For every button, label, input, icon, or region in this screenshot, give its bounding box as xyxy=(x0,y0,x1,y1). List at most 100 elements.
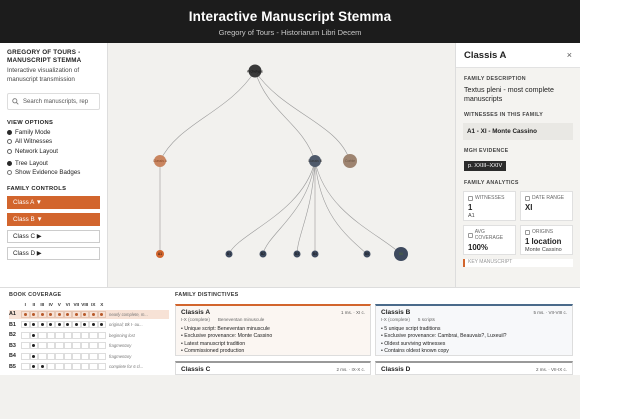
family-button-a[interactable]: Class A ▼ xyxy=(7,196,100,209)
close-icon[interactable]: × xyxy=(567,50,572,60)
family-controls-heading: FAMILY CONTROLS xyxy=(7,186,67,192)
family-description-heading: FAMILY DESCRIPTION xyxy=(464,76,526,82)
coverage-cell-empty xyxy=(80,331,89,339)
list-item: Oldest surviving witnesses xyxy=(381,341,567,348)
coverage-row[interactable]: B1 original; Bk I- ou... xyxy=(9,321,169,330)
stemma-node[interactable]: B3 xyxy=(293,250,301,258)
toggle-label: Show Evidence Badges xyxy=(15,169,81,176)
list-item: Exclusive provenance: Cambrai, Beauvais?… xyxy=(381,333,567,340)
search-input[interactable]: Search manuscripts, rep xyxy=(7,93,100,110)
node-label: Corbie xyxy=(345,159,355,163)
book-column-label: IX xyxy=(91,302,96,307)
family-card-classis-a[interactable]: Classis A 1 ms. · XI c. I-X (complete) Ben… xyxy=(175,304,371,356)
witnesses-heading: WITNESSES IN THIS FAMILY xyxy=(464,112,544,118)
coverage-cell-empty xyxy=(38,331,47,339)
node-label: Classis B xyxy=(308,159,323,163)
coverage-cell-filled xyxy=(63,321,72,329)
card-title: Classis C xyxy=(181,366,211,373)
toggle-evidence-badges[interactable]: Show Evidence Badges xyxy=(7,169,100,176)
coverage-cell-filled xyxy=(55,310,64,318)
coverage-cell-empty xyxy=(89,352,98,360)
coverage-cell-empty xyxy=(63,331,72,339)
stemma-node[interactable]: B1 xyxy=(225,250,233,258)
edge xyxy=(159,70,256,162)
analytics-grid: WITNESSES 1 A1 DATE RANGE XI AVG COVERAG… xyxy=(456,186,580,255)
coverage-cell-filled xyxy=(80,321,89,329)
book-column-label: VI xyxy=(65,302,70,307)
family-button-c[interactable]: Class C ▶ xyxy=(7,230,100,243)
stemma-node[interactable]: B5 xyxy=(363,250,371,258)
family-button-b[interactable]: Class B ▼ xyxy=(7,213,100,226)
family-button-d[interactable]: Class D ▶ xyxy=(7,247,100,260)
card-meta: 5 ms. · VII-VIII c. xyxy=(533,310,567,315)
stemma-node[interactable]: Classis B xyxy=(308,155,323,167)
radio-tree-layout[interactable]: Tree Layout xyxy=(7,160,100,167)
node-label: A1 xyxy=(158,252,162,256)
coverage-cell-empty xyxy=(55,363,64,371)
node-archetype[interactable]: Archetype xyxy=(247,64,263,78)
family-description: Textus pleni - most complete manuscripts xyxy=(464,86,554,103)
node-label: B2 xyxy=(261,252,265,256)
family-distinctives-heading: FAMILY DISTINCTIVES xyxy=(175,292,239,298)
stemma-node[interactable]: B6 xyxy=(394,247,408,261)
card-meta: 1 ms. · XI c. xyxy=(340,310,365,315)
coverage-cell-filled xyxy=(72,321,81,329)
stemma-graph[interactable]: Archetype Classis A Classis B Corbie A1 B1 B2… xyxy=(108,43,455,287)
family-card-classis-d[interactable]: Classis D 2 ms. · VII-IX c. xyxy=(375,361,573,375)
view-options-heading: VIEW OPTIONS xyxy=(7,120,54,126)
witnesses-icon xyxy=(468,195,473,201)
detail-panel: Classis A × FAMILY DESCRIPTION Textus pl… xyxy=(455,43,580,287)
coverage-cell-filled xyxy=(72,310,81,318)
edge xyxy=(254,70,351,162)
coverage-note: fragmentary xyxy=(109,343,132,349)
radio-selected-icon xyxy=(7,160,12,166)
node-label: B3 xyxy=(295,252,299,256)
stat-card-date-range: DATE RANGE XI xyxy=(520,191,573,221)
mgh-evidence-badge: p. XXIII–XXIV xyxy=(464,161,507,171)
eye-icon xyxy=(7,170,12,175)
stemma-canvas[interactable]: Archetype Classis A Classis B Corbie A1 B1 B2… xyxy=(108,43,455,287)
coverage-note: nearly complete, m... xyxy=(109,311,148,317)
radio-all-witnesses[interactable]: All Witnesses xyxy=(7,138,100,145)
stemma-node[interactable]: Corbie xyxy=(343,154,357,168)
radio-network-layout[interactable]: Network Layout xyxy=(7,148,100,155)
stat-card-origins: ORIGINS 1 location Monte Cassino xyxy=(520,225,573,255)
coverage-cell-filled xyxy=(46,321,55,329)
row-id: B4 xyxy=(9,353,16,360)
coverage-cell-empty xyxy=(21,363,30,371)
coverage-cell-empty xyxy=(21,331,30,339)
coverage-row[interactable]: A1 nearly complete, m... xyxy=(9,310,169,319)
coverage-cell-filled xyxy=(29,331,38,339)
list-item: 5 unique script traditions xyxy=(381,326,567,333)
card-script: Beneventan minuscule xyxy=(217,317,265,322)
coverage-cell-empty xyxy=(38,342,47,350)
stat-label: WITNESSES xyxy=(475,195,505,201)
book-column-label: IV xyxy=(48,302,53,307)
coverage-row[interactable]: B5 complete for 6 cl... xyxy=(9,363,169,372)
coverage-cell-filled xyxy=(63,310,72,318)
stat-sub: A1 xyxy=(468,213,475,219)
witness-item[interactable]: A1 - XI - Monte Cassino xyxy=(463,123,573,140)
stemma-node[interactable]: Classis A xyxy=(153,155,168,167)
family-card-classis-b[interactable]: Classis B 5 ms. · VII-VIII c. I-X (comple… xyxy=(375,304,573,356)
coverage-cell-filled xyxy=(38,363,47,371)
page-title: Interactive Manuscript Stemma xyxy=(188,9,392,24)
card-title: Classis A xyxy=(181,309,211,316)
card-coverage: I-X (complete) xyxy=(181,317,210,322)
stat-value: 1 xyxy=(468,203,473,212)
stemma-node[interactable]: B2 xyxy=(259,250,267,258)
coverage-row[interactable]: B2 beginning lost xyxy=(9,331,169,340)
family-card-classis-c[interactable]: Classis C 2 ms. · IX-X c. xyxy=(175,361,371,375)
coverage-cell-empty xyxy=(63,342,72,350)
book-coverage-heading: BOOK COVERAGE xyxy=(9,292,62,298)
stemma-node[interactable]: A1 xyxy=(156,250,164,258)
coverage-row[interactable]: B3 fragmentary xyxy=(9,342,169,351)
coverage-cell-filled xyxy=(89,310,98,318)
radio-family-mode[interactable]: Family Mode xyxy=(7,129,100,136)
stemma-node[interactable]: B4 xyxy=(311,250,319,258)
coverage-cell-empty xyxy=(63,363,72,371)
coverage-row[interactable]: B4 fragmentary xyxy=(9,352,169,361)
coverage-cell-empty xyxy=(97,342,106,350)
book-column-label: X xyxy=(100,302,104,307)
row-id: B1 xyxy=(9,321,16,328)
